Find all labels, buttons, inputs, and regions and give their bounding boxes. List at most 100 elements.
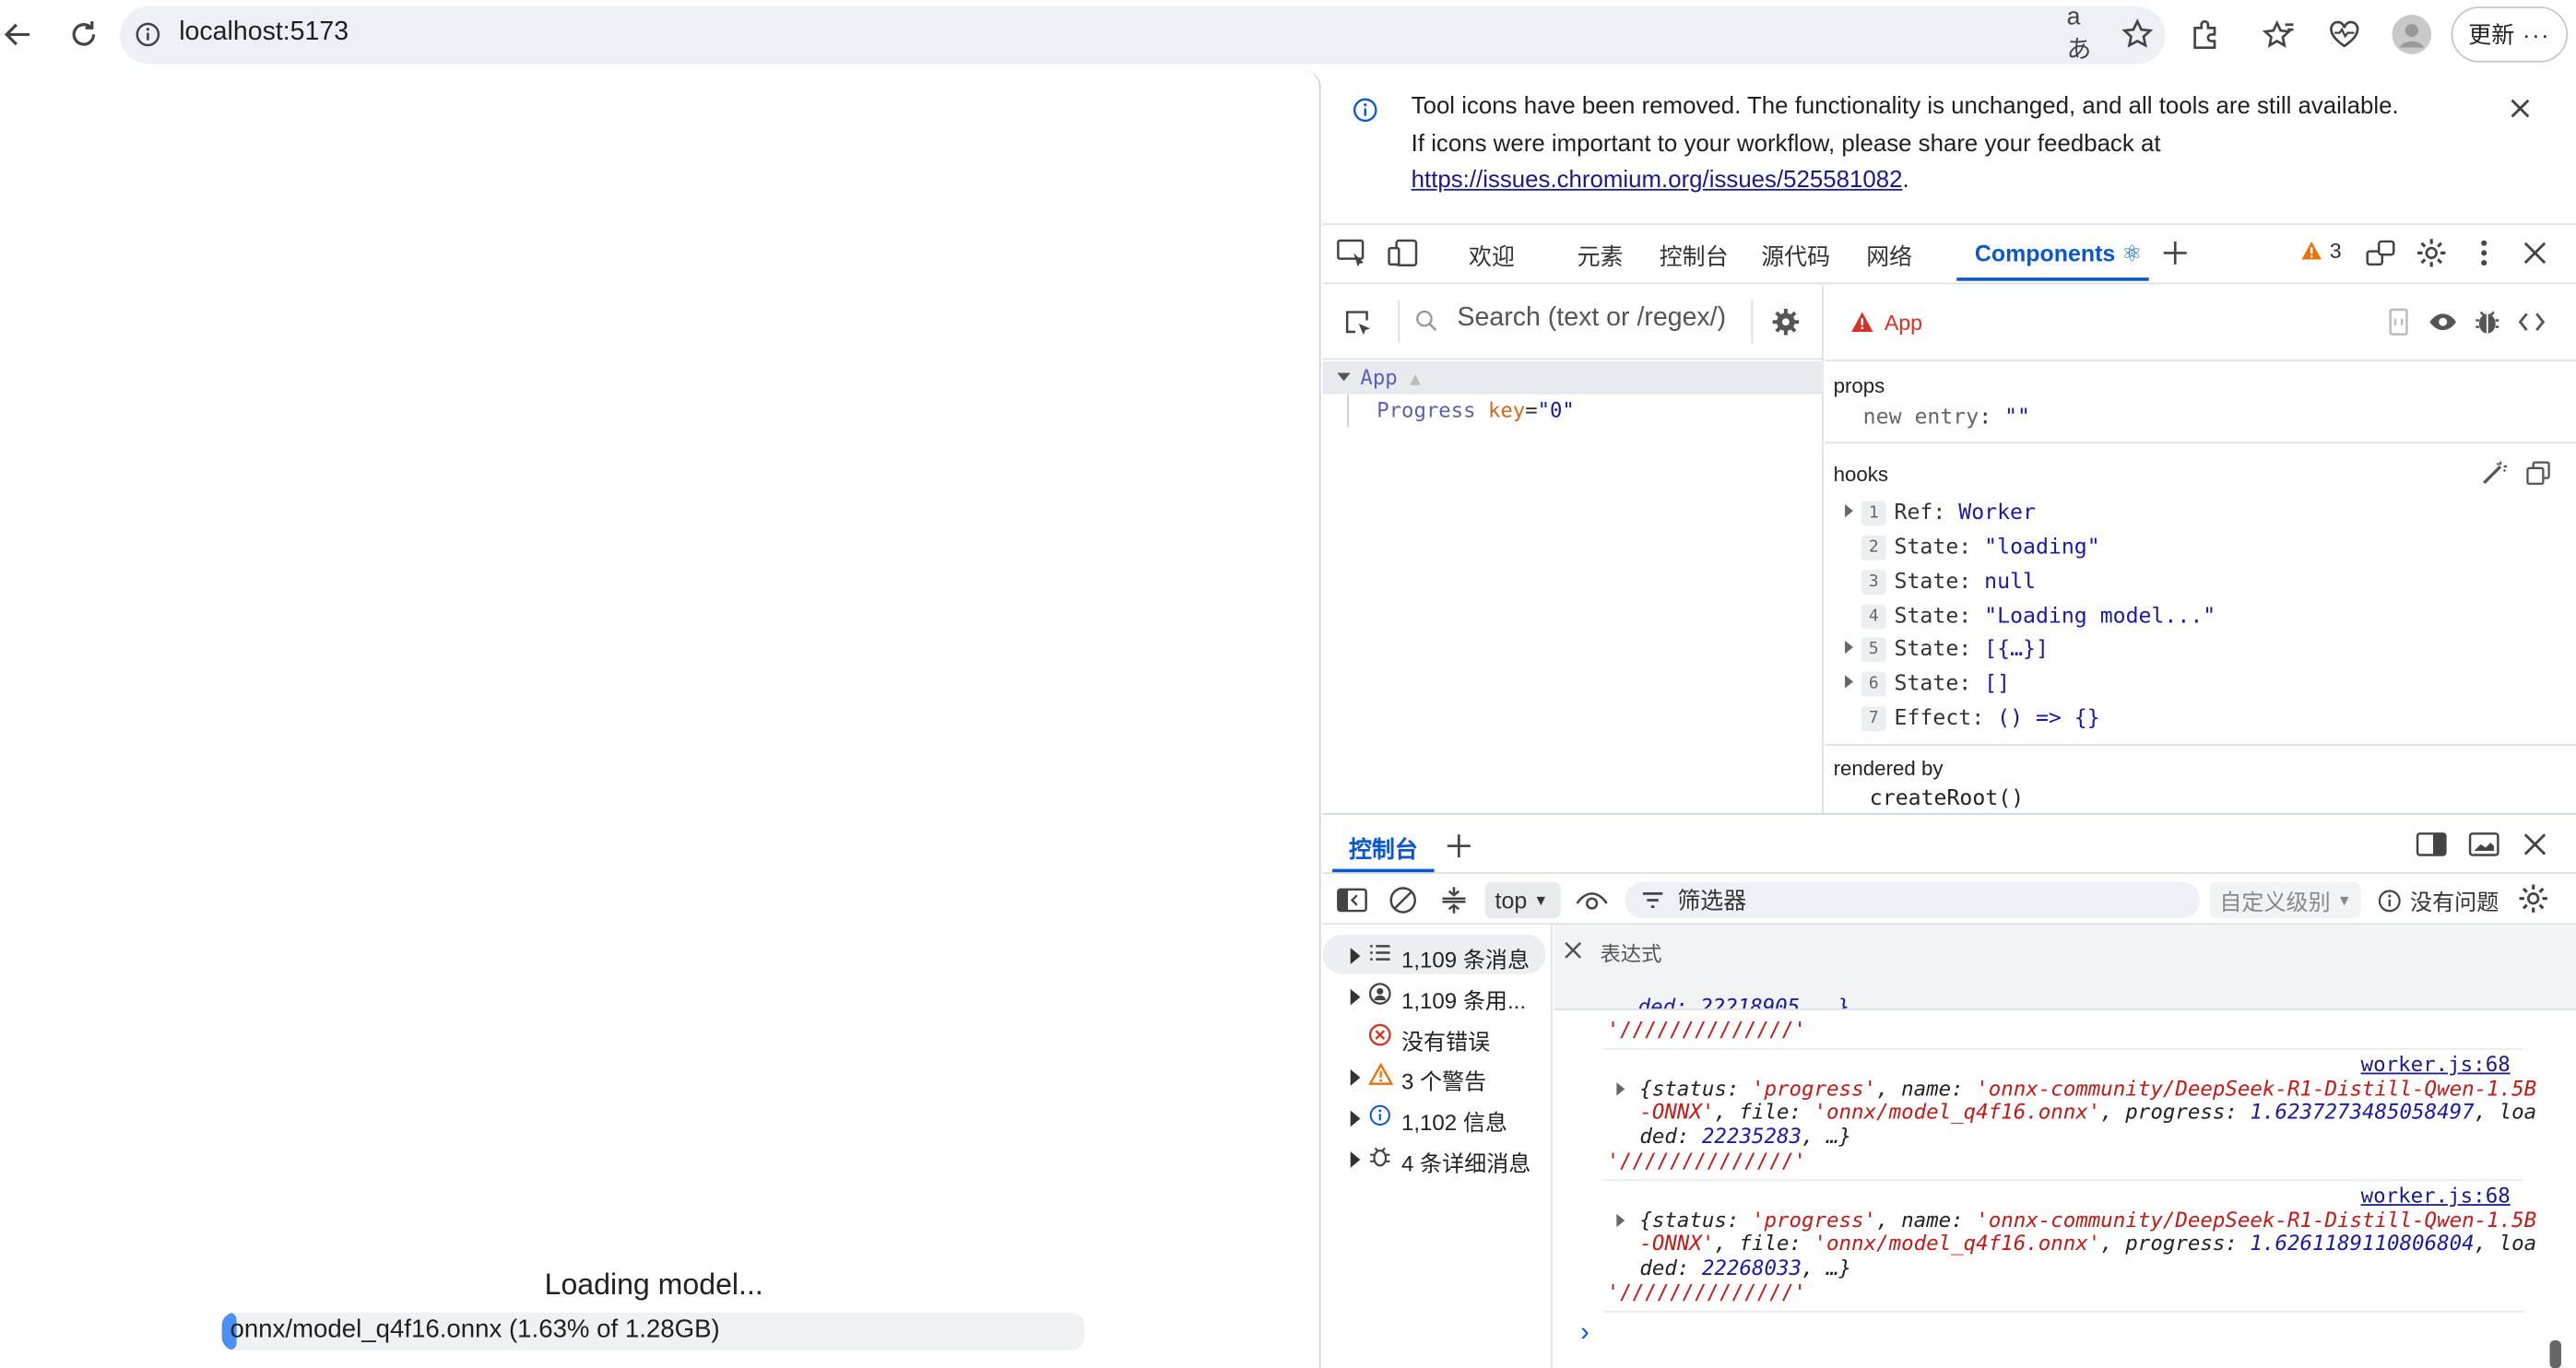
sidebar-item-info[interactable]: 1,102 信息 bbox=[1322, 1097, 1552, 1137]
tab-console[interactable]: 控制台 bbox=[1660, 240, 1729, 273]
tree-key-eq: = bbox=[1525, 397, 1538, 422]
hook-row[interactable]: 3 State: null bbox=[1861, 567, 2036, 596]
device-toolbar-icon[interactable] bbox=[1385, 237, 1421, 270]
sidebar-item-errors[interactable]: 没有错误 bbox=[1322, 1017, 1552, 1056]
obj-key: {status: bbox=[1639, 1207, 1752, 1232]
select-element-icon[interactable] bbox=[1341, 305, 1377, 341]
log-data-bug-icon[interactable] bbox=[2471, 305, 2504, 338]
add-tab-icon[interactable] bbox=[2158, 237, 2192, 270]
profile-avatar-icon[interactable] bbox=[2392, 15, 2432, 54]
view-source-icon[interactable] bbox=[2515, 307, 2548, 336]
close-notice-icon[interactable] bbox=[2504, 92, 2537, 125]
collapse-groups-icon[interactable] bbox=[1436, 882, 1471, 918]
scrollbar-thumb[interactable] bbox=[2549, 1340, 2561, 1368]
drawer-tab-console[interactable]: 控制台 bbox=[1349, 832, 1418, 866]
expand-icon bbox=[1350, 1110, 1361, 1127]
sidebar-item-user-messages[interactable]: 1,109 条用... bbox=[1322, 975, 1552, 1015]
prop-entry[interactable]: new entry: "" bbox=[1863, 406, 2030, 430]
obj-progress: 1.6237273485058497 bbox=[2250, 1099, 2475, 1124]
collapse-icon[interactable] bbox=[1337, 372, 1351, 382]
live-expression-eye-icon[interactable] bbox=[1574, 884, 1610, 917]
hook-row[interactable]: 1 Ref: Worker bbox=[1861, 498, 2036, 527]
dropdown-arrow-icon: ▼ bbox=[1533, 891, 1549, 909]
update-button[interactable]: 更新 ··· bbox=[2451, 6, 2569, 63]
browser-essentials-icon[interactable] bbox=[2326, 17, 2362, 53]
translate-icon[interactable]: aあ bbox=[2067, 4, 2103, 65]
clear-console-icon[interactable] bbox=[1385, 882, 1421, 918]
hook-row[interactable]: 7 Effect: () => {} bbox=[1861, 703, 2100, 733]
add-drawer-tab-icon[interactable] bbox=[1443, 830, 1476, 863]
copy-icon[interactable] bbox=[2523, 458, 2553, 488]
rendered-by-value: createRoot() bbox=[1869, 786, 2025, 812]
site-info-icon[interactable] bbox=[133, 19, 162, 49]
console-prompt[interactable]: › bbox=[1580, 1319, 1589, 1349]
warnings-badge[interactable]: 3 bbox=[2300, 238, 2342, 263]
components-settings-icon[interactable] bbox=[1769, 305, 1802, 338]
close-devtools-icon[interactable] bbox=[2517, 235, 2553, 271]
tree-app-name: App bbox=[1360, 364, 1398, 390]
inspect-dom-eye-icon[interactable] bbox=[2427, 307, 2460, 336]
tab-components[interactable]: Components ⚛ bbox=[1975, 240, 2143, 267]
console-filter-input[interactable]: 筛选器 bbox=[1625, 881, 2200, 919]
back-icon[interactable] bbox=[0, 17, 36, 53]
notice-feedback-link[interactable]: https://issues.chromium.org/issues/52558… bbox=[1412, 168, 1903, 195]
console-object-line-1[interactable]: {status: 'progress', name: 'onnx-communi… bbox=[1639, 1076, 2537, 1102]
issues-indicator[interactable]: 没有问题 bbox=[2377, 882, 2499, 918]
console-object-line-1[interactable]: {status: 'progress', name: 'onnx-communi… bbox=[1639, 1207, 2536, 1232]
tab-network[interactable]: 网络 bbox=[1866, 240, 1912, 273]
dock-side-icon[interactable] bbox=[2414, 828, 2450, 861]
drawer-tabbar bbox=[1322, 815, 2576, 874]
bookmark-star-icon[interactable] bbox=[2120, 17, 2156, 53]
more-options-icon[interactable] bbox=[2467, 235, 2500, 271]
settings-gear-icon[interactable] bbox=[2414, 235, 2450, 271]
address-bar[interactable] bbox=[120, 6, 2166, 65]
tree-node-progress[interactable]: Progress key="0" bbox=[1377, 397, 1575, 422]
sidebar-item-warnings[interactable]: 3 个警告 bbox=[1322, 1056, 1552, 1096]
prop-value: "" bbox=[2004, 406, 2031, 430]
expand-icon[interactable] bbox=[1845, 675, 1853, 689]
obj-key: , loa bbox=[2474, 1099, 2537, 1124]
hook-colon: : bbox=[1958, 603, 1985, 629]
console-object-line-3: ded: 22268033, …} bbox=[1639, 1256, 1851, 1280]
console-settings-icon[interactable] bbox=[2515, 880, 2551, 916]
favorites-icon[interactable] bbox=[2261, 17, 2297, 53]
inspect-element-icon[interactable] bbox=[1334, 237, 1370, 270]
tab-welcome[interactable]: 欢迎 bbox=[1469, 240, 1515, 273]
close-drawer-icon[interactable] bbox=[2517, 828, 2553, 861]
sidebar-item-label: 3 个警告 bbox=[1400, 1069, 1487, 1094]
context-selector[interactable]: top ▼ bbox=[1484, 881, 1561, 919]
source-link[interactable]: worker.js:68 bbox=[2361, 1052, 2511, 1077]
log-level-select[interactable]: 自定义级别 ▼ bbox=[2209, 881, 2361, 919]
tab-elements[interactable]: 元素 bbox=[1578, 240, 1624, 273]
hook-index: 6 bbox=[1861, 670, 1886, 696]
sidebar-item-messages[interactable]: 1,109 条消息 bbox=[1322, 934, 1546, 974]
hook-colon: : bbox=[1932, 500, 1959, 525]
sidebar-toggle-icon[interactable] bbox=[1334, 884, 1370, 917]
hook-row[interactable]: 5 State: [{…}] bbox=[1861, 634, 2049, 664]
reload-icon[interactable] bbox=[65, 17, 101, 53]
active-tab-indicator bbox=[1956, 277, 2149, 281]
expand-icon[interactable] bbox=[1845, 640, 1853, 655]
url-text[interactable]: localhost:5173 bbox=[179, 18, 349, 48]
expand-object-icon[interactable] bbox=[1616, 1213, 1625, 1228]
extensions-icon[interactable] bbox=[2187, 17, 2223, 53]
close-expression-icon[interactable] bbox=[1561, 938, 1584, 961]
source-link[interactable]: worker.js:68 bbox=[2361, 1183, 2511, 1209]
hook-row[interactable]: 2 State: "loading" bbox=[1861, 532, 2100, 561]
expand-object-icon[interactable] bbox=[1616, 1082, 1625, 1096]
expand-icon[interactable] bbox=[1845, 504, 1853, 518]
hook-row[interactable]: 4 State: "Loading model..." bbox=[1861, 601, 2216, 631]
divider bbox=[1398, 301, 1400, 344]
console-cut-line: ded: 22218905, …} bbox=[1637, 995, 1850, 1009]
sidebar-item-verbose[interactable]: 4 条详细消息 bbox=[1322, 1138, 1552, 1178]
hook-row[interactable]: 6 State: [] bbox=[1861, 668, 2010, 698]
components-search-input[interactable]: Search (text or /regex/) bbox=[1458, 304, 1727, 334]
obj-name: 'onnx-community/DeepSeek-R1-Distill-Qwen… bbox=[1976, 1076, 2537, 1101]
remote-devices-icon[interactable] bbox=[2362, 235, 2398, 271]
hook-value: "Loading model..." bbox=[1984, 603, 2216, 629]
tab-sources[interactable]: 源代码 bbox=[1761, 240, 1830, 273]
parse-hook-names-icon[interactable] bbox=[2479, 458, 2509, 488]
sidebar-item-label: 没有错误 bbox=[1400, 1030, 1491, 1055]
dock-bottom-icon[interactable] bbox=[2466, 828, 2502, 861]
suspend-icon[interactable] bbox=[2384, 307, 2414, 336]
